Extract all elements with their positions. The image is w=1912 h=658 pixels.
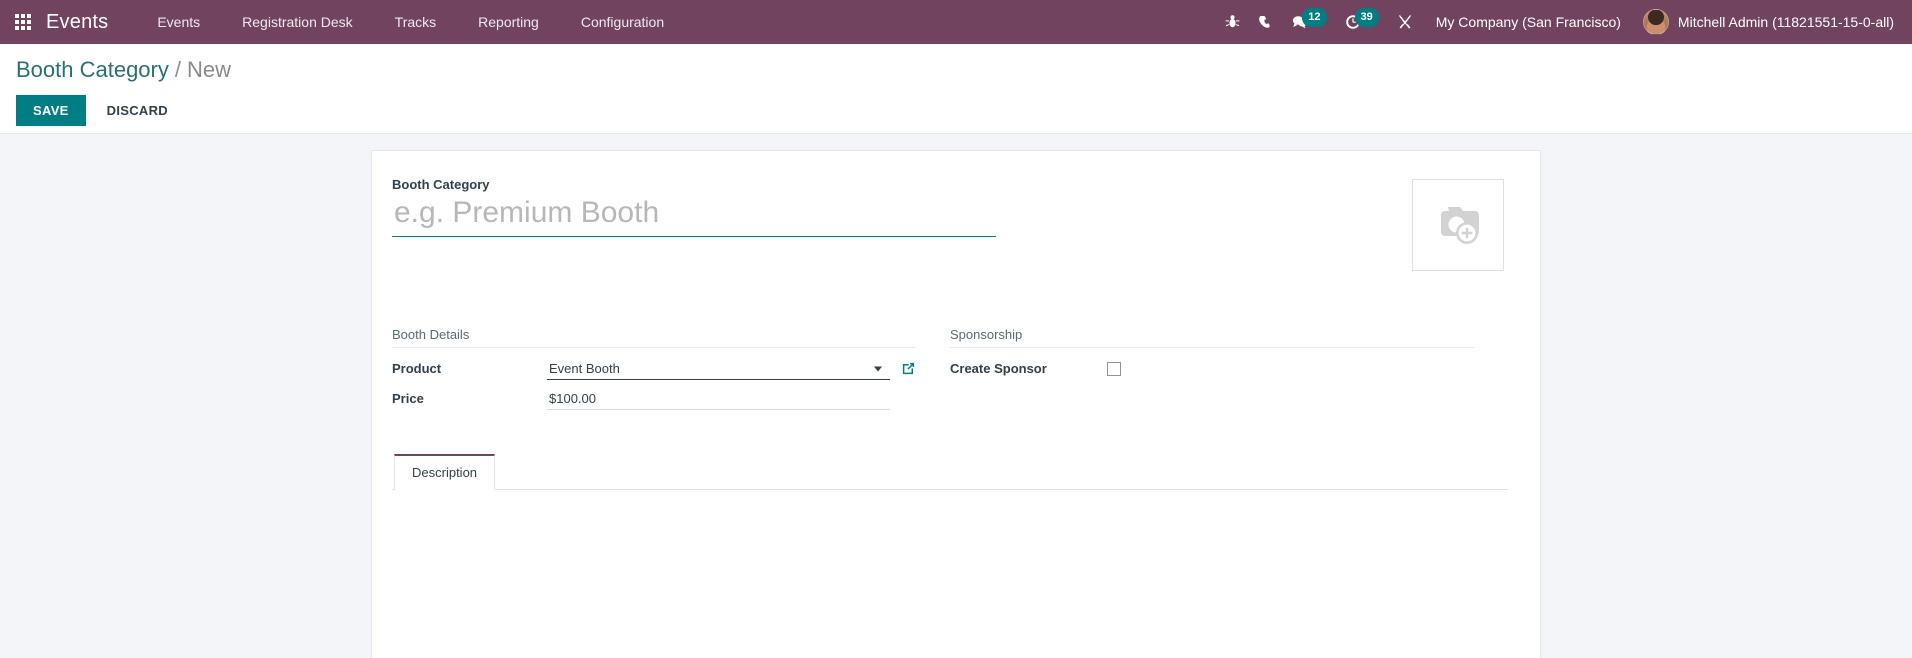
control-panel: Booth Category / New SAVE DISCARD — [0, 44, 1912, 134]
breadcrumb-root-link[interactable]: Booth Category — [16, 56, 169, 85]
group-title-sponsorship: Sponsorship — [950, 327, 1474, 348]
breadcrumb-current: New — [187, 57, 232, 82]
notebook-tabs: Description — [392, 454, 1508, 490]
image-upload-box[interactable] — [1412, 179, 1504, 271]
form-title-row: Booth Category — [392, 177, 1508, 271]
price-input[interactable] — [547, 387, 890, 410]
voip-phone-button[interactable] — [1249, 0, 1282, 44]
tab-description[interactable]: Description — [394, 454, 496, 490]
save-button[interactable]: SAVE — [16, 94, 86, 126]
group-title-booth-details: Booth Details — [392, 327, 916, 348]
create-sponsor-value-wrap — [1105, 361, 1474, 376]
developer-tools-button[interactable] — [1388, 0, 1422, 44]
create-sponsor-checkbox[interactable] — [1107, 361, 1121, 376]
form-groups: Booth Details Product Event Booth Price … — [392, 327, 1508, 414]
breadcrumb-separator: / — [174, 57, 181, 82]
menu-item-registration-desk[interactable]: Registration Desk — [221, 0, 374, 44]
menu-item-configuration[interactable]: Configuration — [560, 0, 685, 44]
product-label: Product — [392, 361, 442, 376]
camera-add-icon — [1441, 207, 1479, 244]
activities-button[interactable]: 39 — [1336, 0, 1388, 44]
phone-icon — [1259, 16, 1270, 28]
group-booth-details: Booth Details Product Event Booth Price … — [392, 327, 950, 414]
user-menu-label: Mitchell Admin (11821551-15-0-all) — [1677, 14, 1894, 30]
company-switcher[interactable]: My Company (San Francisco) — [1422, 0, 1635, 44]
main-menu: Events Registration Desk Tracks Reportin… — [136, 0, 685, 44]
field-row-product: Product — [392, 354, 916, 383]
content-area: Booth Category Booth Details P — [0, 134, 1912, 658]
menu-item-tracks[interactable]: Tracks — [374, 0, 457, 44]
systray: 12 39 — [1216, 0, 1422, 44]
booth-category-input[interactable] — [392, 194, 996, 237]
control-panel-buttons: SAVE DISCARD — [16, 94, 1896, 126]
tools-icon — [1398, 15, 1411, 29]
product-value-wrap — [547, 357, 916, 380]
activities-badge-count: 39 — [1354, 7, 1379, 27]
price-label: Price — [392, 391, 424, 406]
breadcrumb: Booth Category / New — [16, 44, 1896, 85]
apps-grid-icon — [15, 14, 31, 30]
field-row-create-sponsor: Create Sponsor — [950, 354, 1474, 383]
booth-category-label: Booth Category — [392, 177, 490, 192]
messaging-badge-count: 12 — [1302, 7, 1327, 27]
user-avatar — [1642, 9, 1669, 35]
bug-icon — [1225, 15, 1240, 28]
app-brand-events[interactable]: Events — [46, 11, 114, 34]
price-value-wrap — [547, 387, 916, 410]
discard-button[interactable]: DISCARD — [92, 95, 183, 126]
notebook: Description — [392, 454, 1508, 650]
booth-category-field-group: Booth Category — [392, 177, 1412, 237]
product-input[interactable] — [547, 357, 890, 380]
form-sheet: Booth Category Booth Details P — [371, 150, 1541, 658]
debug-bug-button[interactable] — [1216, 0, 1249, 44]
create-sponsor-label: Create Sponsor — [950, 361, 1047, 376]
notebook-panel-description[interactable] — [392, 490, 1508, 650]
menu-item-events[interactable]: Events — [136, 0, 221, 44]
product-external-link-button[interactable] — [901, 361, 916, 376]
group-sponsorship: Sponsorship Create Sponsor — [950, 327, 1508, 414]
messaging-button[interactable]: 12 — [1282, 0, 1335, 44]
user-menu[interactable]: Mitchell Admin (11821551-15-0-all) — [1635, 0, 1898, 44]
external-link-icon — [902, 362, 915, 375]
menu-item-reporting[interactable]: Reporting — [457, 0, 560, 44]
field-row-price: Price — [392, 384, 916, 413]
top-navbar: Events Events Registration Desk Tracks R… — [0, 0, 1912, 44]
apps-menu-toggle[interactable] — [0, 0, 46, 44]
